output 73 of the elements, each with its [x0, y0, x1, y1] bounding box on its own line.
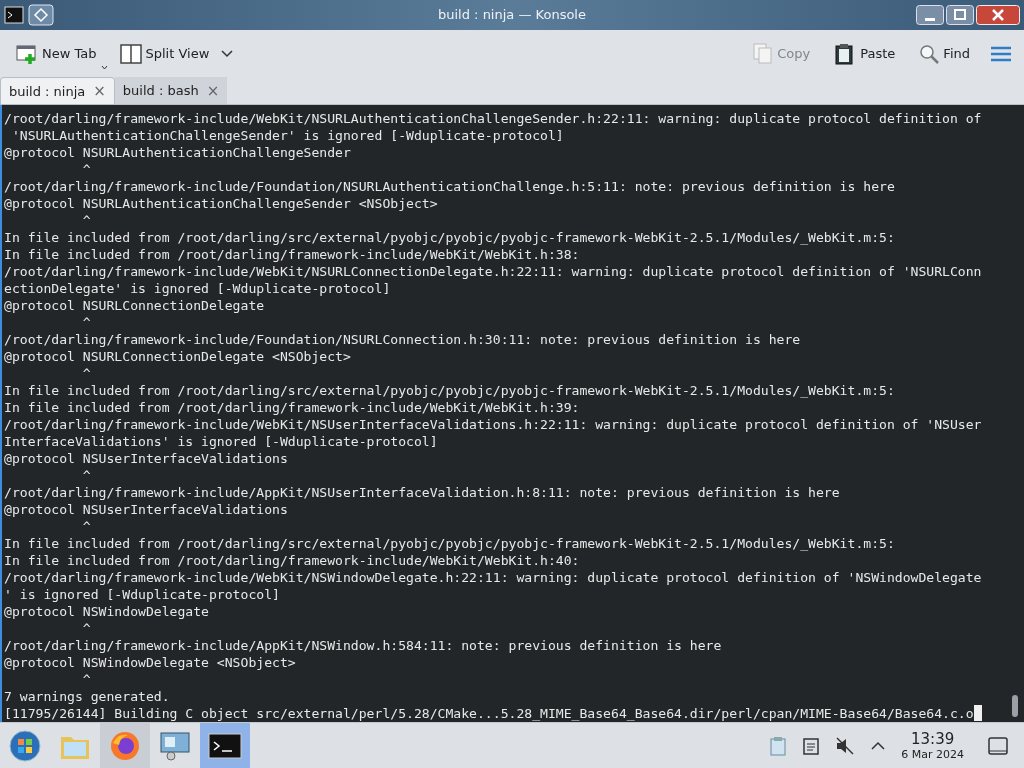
terminal-icon[interactable] — [4, 5, 24, 24]
terminal-line: /root/darling/framework-include/Foundation/NSURLAuthenticationChallenge.h:5:11: note: previous definition is here — [4, 178, 895, 196]
notes-icon[interactable] — [803, 736, 820, 755]
tab-close-button[interactable]: × — [93, 80, 106, 103]
terminal-line: 7 warnings generated. — [4, 688, 170, 706]
search-icon — [919, 43, 940, 64]
firefox-icon — [110, 730, 140, 761]
terminal-line: ^ — [81, 314, 91, 332]
split-button[interactable]: Split View — [115, 37, 238, 70]
tab-label: build : bash — [122, 82, 199, 101]
tab-label: build : ninja — [9, 82, 86, 101]
clock-date: 6 Mar 2024 — [901, 747, 964, 761]
terminal-line: @protocol NSURLConnectionDelegate — [4, 297, 265, 315]
terminal-line: ^ — [81, 518, 91, 536]
find-button[interactable]: Find — [915, 37, 974, 70]
paste-button[interactable]: Paste — [830, 37, 900, 70]
terminal-line: ectionDelegate' is ignored [-Wduplicate-protocol] — [4, 280, 391, 298]
terminal-line: 'NSURLAuthenticationChallengeSender' is ignored [-Wduplicate-protocol] — [10, 127, 564, 145]
terminal-line: /root/darling/framework-include/AppKit/NSUserInterfaceValidation.h:8:11: note: previous definition is here — [4, 484, 840, 502]
window-title: build : ninja — Konsole — [437, 6, 587, 25]
terminal-line: [11795/26144] Building C object src/external/perl/5.28/CMake...5.28_MIME_Base64_Base64.dir/perl/cpan/MIME-Base64/Base64.c.o — [4, 705, 974, 723]
terminal-line: @protocol NSWindowDelegate <NSObject> — [4, 654, 296, 672]
split-view-icon — [119, 43, 142, 64]
terminal-line: ' is ignored [-Wduplicate-protocol] — [4, 586, 280, 604]
taskbar-button[interactable] — [200, 723, 250, 768]
terminal-line: In file included from /root/darling/framework-include/WebKit/WebKit.h:40: — [4, 552, 580, 570]
terminal-line: ^ — [81, 365, 91, 383]
chevron-down-icon — [221, 49, 234, 58]
minimize-button[interactable] — [916, 4, 944, 25]
muted-speaker-icon[interactable] — [835, 736, 856, 755]
terminal-line: @protocol NSURLAuthenticationChallengeSender — [4, 144, 351, 162]
terminal-line: @protocol NSWindowDelegate — [4, 603, 209, 621]
terminal-line: ^ — [81, 161, 91, 179]
monitor-icon — [159, 730, 191, 761]
terminal-line: /root/darling/framework-include/WebKit/NSURLAuthenticationChallengeSender.h:22:11: warning: duplicate protocol definition of — [4, 110, 982, 128]
expand-tray-icon[interactable] — [871, 740, 886, 751]
terminal[interactable] — [0, 105, 1024, 723]
terminal-line: @protocol NSURLConnectionDelegate <NSObject> — [4, 348, 351, 366]
terminal-line: ^ — [81, 212, 91, 230]
terminal-line: In file included from /root/darling/src/external/pyobjc/pyobjc/pyobjc-framework-WebKit-2.5.1/Modules/_WebKit.m:5: — [4, 535, 895, 553]
clock-time: 13:39 — [911, 730, 955, 748]
copy-icon — [753, 42, 774, 65]
start-orb-icon — [9, 729, 41, 762]
terminal-line: In file included from /root/darling/src/external/pyobjc/pyobjc/pyobjc-framework-WebKit-2.5.1/Modules/_WebKit.m:5: — [4, 229, 895, 247]
terminal-line: In file included from /root/darling/framework-include/WebKit/WebKit.h:38: — [4, 246, 580, 264]
clipboard-icon[interactable] — [769, 735, 788, 756]
terminal-line: /root/darling/framework-include/Foundation/NSURLConnection.h:30:11: note: previous definition is here — [4, 331, 801, 349]
show-desktop-icon[interactable] — [988, 736, 1008, 755]
terminal-line: ^ — [81, 620, 91, 638]
tab[interactable]: build : ninja × — [0, 77, 115, 105]
terminal-line: @protocol NSUserInterfaceValidations — [4, 450, 288, 468]
terminal-line: @protocol NSUserInterfaceValidations — [4, 501, 288, 519]
terminal-line: InterfaceValidations' is ignored [-Wduplicate-protocol] — [4, 433, 438, 451]
new-tab-button[interactable]: New Tab — [12, 37, 112, 70]
tab-close-button[interactable]: × — [206, 79, 220, 103]
terminal-icon — [208, 732, 242, 759]
terminal-line: ^ — [81, 467, 91, 485]
terminal-line: @protocol NSURLAuthenticationChallengeSender <NSObject> — [4, 195, 438, 213]
terminal-line: In file included from /root/darling/framework-include/WebKit/WebKit.h:39: — [4, 399, 580, 417]
menu-icon[interactable] — [990, 44, 1012, 63]
terminal-line: ^ — [81, 671, 91, 689]
terminal-line: /root/darling/framework-include/WebKit/NSUserInterfaceValidations.h:22:11: warning: duplicate protocol definition of 'NSUser — [4, 416, 982, 434]
maximize-button[interactable] — [946, 4, 974, 25]
close-button[interactable] — [976, 4, 1020, 25]
terminal-line: In file included from /root/darling/src/external/pyobjc/pyobjc/pyobjc-framework-WebKit-2.5.1/Modules/_WebKit.m:5: — [4, 382, 895, 400]
terminal-line: /root/darling/framework-include/AppKit/NSWindow.h:584:11: note: previous definition is here — [4, 637, 722, 655]
tab[interactable]: build : bash × — [114, 77, 228, 105]
terminal-line: /root/darling/framework-include/WebKit/NSURLConnectionDelegate.h:22:11: warning: duplicate protocol definition of 'NSURLConn — [4, 263, 982, 281]
pin-button[interactable] — [28, 3, 54, 26]
text-cursor — [973, 705, 982, 722]
terminal-line: /root/darling/framework-include/WebKit/NSWindowDelegate.h:22:11: warning: duplicate protocol definition of 'NSWindowDelegate — [4, 569, 982, 587]
dropdown-icon — [100, 64, 108, 70]
plus-tab-icon — [16, 42, 38, 65]
